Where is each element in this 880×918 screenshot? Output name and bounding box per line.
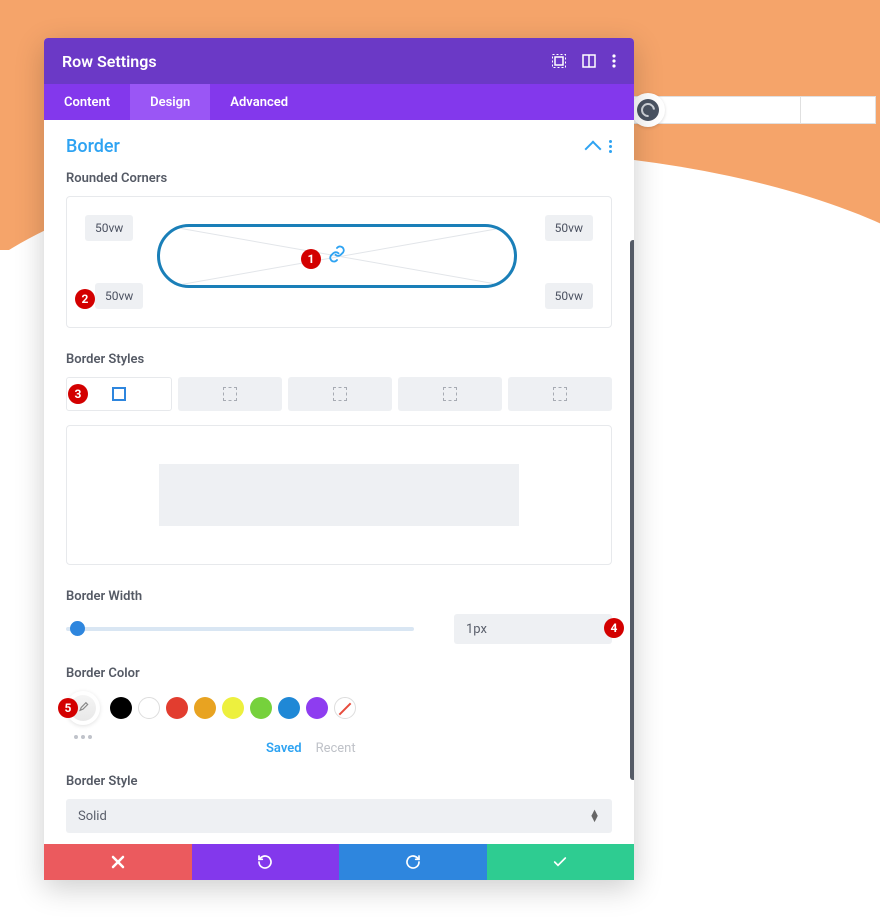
border-styles-tabs — [66, 377, 612, 411]
saved-colors-tab[interactable]: Saved — [266, 741, 302, 756]
link-values-icon[interactable] — [328, 245, 346, 267]
redo-icon — [405, 854, 421, 870]
globe-icon — [637, 99, 659, 121]
corner-bottom-left-input[interactable]: 50vw — [95, 283, 143, 309]
dialog-body: Border Rounded Corners 50vw 50vw 50vw 50… — [44, 120, 634, 844]
color-swatch[interactable] — [250, 697, 272, 719]
check-icon — [552, 854, 568, 870]
corner-top-left-input[interactable]: 50vw — [85, 215, 133, 241]
border-width-label: Border Width — [66, 589, 612, 604]
dialog-header: Row Settings — [44, 38, 634, 84]
scrollbar[interactable] — [630, 240, 634, 780]
border-preview — [66, 425, 612, 565]
kebab-icon[interactable] — [612, 54, 616, 68]
annotation-badge-3: 3 — [68, 384, 88, 404]
border-styles-label: Border Styles — [66, 352, 612, 367]
redo-button[interactable] — [339, 844, 487, 880]
dialog-footer — [44, 844, 634, 880]
border-style-value: Solid — [78, 809, 107, 824]
border-style-left[interactable] — [508, 377, 612, 411]
border-style-top[interactable] — [178, 377, 282, 411]
dialog-title: Row Settings — [62, 52, 157, 71]
rounded-corners-control: 50vw 50vw 50vw 50vw 1 2 — [66, 196, 612, 328]
floating-settings-button[interactable] — [631, 93, 665, 127]
section-kebab-icon[interactable] — [609, 140, 612, 153]
color-sublabel-row: Saved Recent — [266, 741, 612, 756]
border-width-slider[interactable] — [66, 627, 414, 631]
color-swatch[interactable] — [278, 697, 300, 719]
close-icon — [111, 855, 125, 869]
expand-icon[interactable] — [552, 54, 566, 68]
border-section-title: Border — [66, 136, 120, 157]
color-swatch-row: 5 — [66, 691, 612, 725]
rounded-corners-label: Rounded Corners — [66, 171, 612, 186]
border-preview-inner — [159, 464, 519, 526]
rounded-preview-pill — [157, 224, 517, 288]
border-style-bottom[interactable] — [398, 377, 502, 411]
annotation-badge-1: 1 — [301, 249, 321, 269]
tab-advanced[interactable]: Advanced — [210, 84, 308, 120]
border-style-label: Border Style — [66, 774, 612, 789]
undo-button[interactable] — [192, 844, 340, 880]
border-style-select[interactable]: Solid ▲▼ — [66, 799, 612, 833]
select-chevrons-icon: ▲▼ — [589, 810, 600, 822]
tab-design[interactable]: Design — [130, 84, 210, 120]
more-colors-icon[interactable] — [74, 735, 612, 739]
undo-icon — [257, 854, 273, 870]
color-swatch[interactable] — [194, 697, 216, 719]
border-style-right[interactable] — [288, 377, 392, 411]
row-settings-dialog: Row Settings Content Design Advanced Bor… — [44, 38, 634, 880]
border-color-label: Border Color — [66, 666, 612, 681]
color-swatch[interactable] — [334, 697, 356, 719]
slider-thumb[interactable] — [70, 621, 85, 636]
color-swatch[interactable] — [306, 697, 328, 719]
layout-icon[interactable] — [582, 54, 596, 68]
cancel-button[interactable] — [44, 844, 192, 880]
annotation-badge-2: 2 — [75, 289, 95, 309]
save-button[interactable] — [487, 844, 635, 880]
border-width-input[interactable]: 1px — [454, 614, 612, 644]
border-section-header[interactable]: Border — [66, 136, 612, 157]
dialog-tabs: Content Design Advanced — [44, 84, 634, 120]
color-swatch[interactable] — [222, 697, 244, 719]
corner-top-right-input[interactable]: 50vw — [545, 215, 593, 241]
annotation-badge-5: 5 — [58, 698, 78, 718]
chevron-up-icon[interactable] — [585, 141, 602, 158]
corner-bottom-right-input[interactable]: 50vw — [545, 283, 593, 309]
recent-colors-tab[interactable]: Recent — [316, 741, 356, 756]
color-swatch[interactable] — [110, 697, 132, 719]
annotation-badge-4: 4 — [604, 618, 624, 638]
tab-content[interactable]: Content — [44, 84, 130, 120]
color-swatch[interactable] — [166, 697, 188, 719]
color-swatch[interactable] — [138, 697, 160, 719]
